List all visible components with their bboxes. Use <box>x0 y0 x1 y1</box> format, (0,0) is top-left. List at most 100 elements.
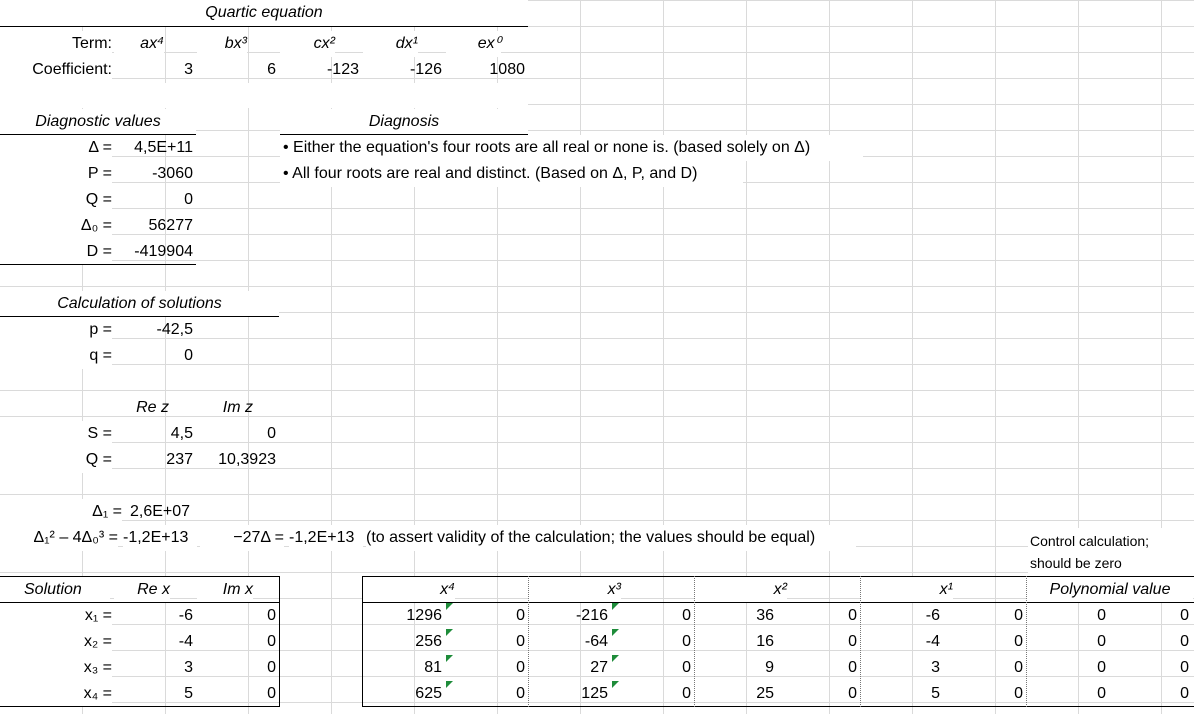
x2-polyvalue-im[interactable]: 0 <box>1110 629 1189 655</box>
x2-pow3-im[interactable]: 0 <box>612 629 691 655</box>
x3-pow2[interactable]: 9 <box>695 655 774 681</box>
cell-warning-indicator[interactable] <box>446 681 453 688</box>
delta0-label: Δ₀ = <box>0 213 112 239</box>
x3-pow4[interactable]: 81 <box>363 655 442 681</box>
delta1-value[interactable]: 2,6E+07 <box>130 499 196 525</box>
x4-pow4-im[interactable]: 0 <box>446 681 525 707</box>
coefficient-c[interactable]: -123 <box>280 57 359 83</box>
x4-pow1[interactable]: 5 <box>861 681 940 707</box>
x1-im[interactable]: 0 <box>197 603 276 629</box>
x3-polyvalue[interactable]: 0 <box>1027 655 1106 681</box>
term-ax4: ax⁴ <box>114 31 164 57</box>
powers-bottom-border <box>362 706 1194 707</box>
cell-warning-indicator[interactable] <box>446 629 453 636</box>
coefficient-e[interactable]: 1080 <box>446 57 525 83</box>
cell-warning-indicator[interactable] <box>612 655 619 662</box>
x1-polyvalue[interactable]: 0 <box>1027 603 1106 629</box>
x3-pow3-im[interactable]: 0 <box>612 655 691 681</box>
x4-polyvalue[interactable]: 0 <box>1027 681 1106 707</box>
x1-polyvalue-im[interactable]: 0 <box>1110 603 1189 629</box>
x1-pow2-im[interactable]: 0 <box>778 603 857 629</box>
minus27delta-label: −27Δ = <box>200 525 284 551</box>
coefficient-d[interactable]: -126 <box>363 57 442 83</box>
x3-pow1[interactable]: 3 <box>861 655 940 681</box>
powers-left-border <box>362 576 363 707</box>
x3-pow3[interactable]: 27 <box>529 655 608 681</box>
x2-pow2[interactable]: 16 <box>695 629 774 655</box>
term-label: Term: <box>0 31 112 57</box>
x2-im[interactable]: 0 <box>197 629 276 655</box>
diagnosis-line-1: • Either the equation's four roots are a… <box>280 135 863 161</box>
x3-polyvalue-im[interactable]: 0 <box>1110 655 1189 681</box>
qz-re[interactable]: 237 <box>114 447 193 473</box>
qz-im[interactable]: 10,3923 <box>197 447 276 473</box>
term-ex0: ex⁰ <box>446 31 501 57</box>
x3-im[interactable]: 0 <box>197 655 276 681</box>
x1-pow3[interactable]: -216 <box>529 603 608 629</box>
im-x-header: Im x <box>197 577 253 603</box>
x1-pow4-im[interactable]: 0 <box>446 603 525 629</box>
diagnosis-title: Diagnosis <box>280 109 528 135</box>
coefficient-label: Coefficient: <box>0 57 112 83</box>
x4-pow2-im[interactable]: 0 <box>778 681 857 707</box>
re-x-header: Re x <box>114 577 170 603</box>
x4-im[interactable]: 0 <box>197 681 276 707</box>
coefficient-a[interactable]: 3 <box>114 57 193 83</box>
x1-re[interactable]: -6 <box>114 603 193 629</box>
spreadsheet-grid[interactable]: Quartic equation Term: ax⁴ bx³ cx² dx¹ e… <box>0 0 1194 714</box>
x2-polyvalue[interactable]: 0 <box>1027 629 1106 655</box>
x4-pow1-im[interactable]: 0 <box>944 681 1023 707</box>
x2-pow1[interactable]: -4 <box>861 629 940 655</box>
p-diag-value[interactable]: -3060 <box>114 161 193 187</box>
validity-note: (to assert validity of the calculation; … <box>366 525 856 551</box>
d-label: D = <box>0 239 112 265</box>
check-value[interactable]: -1,2E+13 <box>123 525 197 551</box>
power-divider-2 <box>694 576 695 707</box>
delta-label: Δ = <box>0 135 112 161</box>
p-value[interactable]: -42,5 <box>114 317 193 343</box>
x3-re[interactable]: 3 <box>114 655 193 681</box>
solutions-bottom-border <box>0 706 279 707</box>
x4-pow4[interactable]: 625 <box>363 681 442 707</box>
cell-warning-indicator[interactable] <box>612 681 619 688</box>
x2-pow2-im[interactable]: 0 <box>778 629 857 655</box>
p-diag-label: P = <box>0 161 112 187</box>
q-value[interactable]: 0 <box>114 343 193 369</box>
coefficient-b[interactable]: 6 <box>197 57 276 83</box>
solution-header: Solution <box>0 577 110 603</box>
cell-warning-indicator[interactable] <box>446 603 453 610</box>
q-diag-value[interactable]: 0 <box>114 187 193 213</box>
quartic-title: Quartic equation <box>0 0 528 26</box>
s-im[interactable]: 0 <box>197 421 276 447</box>
term-dx1: dx¹ <box>363 31 418 57</box>
x2-pow3[interactable]: -64 <box>529 629 608 655</box>
term-bx3: bx³ <box>197 31 247 57</box>
cell-warning-indicator[interactable] <box>446 655 453 662</box>
x4-re[interactable]: 5 <box>114 681 193 707</box>
delta0-value[interactable]: 56277 <box>114 213 194 239</box>
x4-pow3[interactable]: 125 <box>529 681 608 707</box>
x4-header: x⁴ <box>363 577 455 603</box>
x3-pow4-im[interactable]: 0 <box>446 655 525 681</box>
x1-pow4[interactable]: 1296 <box>363 603 442 629</box>
cell-warning-indicator[interactable] <box>612 603 619 610</box>
delta-value[interactable]: 4,5E+11 <box>114 135 193 161</box>
re-z-header: Re z <box>136 399 169 416</box>
d-value[interactable]: -419904 <box>114 239 193 265</box>
cell-warning-indicator[interactable] <box>612 629 619 636</box>
x3-pow1-im[interactable]: 0 <box>944 655 1023 681</box>
x4-pow3-im[interactable]: 0 <box>612 681 691 707</box>
x2-pow4-im[interactable]: 0 <box>446 629 525 655</box>
x3-pow2-im[interactable]: 0 <box>778 655 857 681</box>
x4-pow2[interactable]: 25 <box>695 681 774 707</box>
x2-pow4[interactable]: 256 <box>363 629 442 655</box>
x1-pow2[interactable]: 36 <box>695 603 774 629</box>
x1-pow1[interactable]: -6 <box>861 603 940 629</box>
x4-polyvalue-im[interactable]: 0 <box>1110 681 1189 707</box>
x2-re[interactable]: -4 <box>114 629 193 655</box>
s-re[interactable]: 4,5 <box>114 421 193 447</box>
x1-pow1-im[interactable]: 0 <box>944 603 1023 629</box>
x2-pow1-im[interactable]: 0 <box>944 629 1023 655</box>
minus27delta-value[interactable]: -1,2E+13 <box>289 525 363 551</box>
x1-pow3-im[interactable]: 0 <box>612 603 691 629</box>
